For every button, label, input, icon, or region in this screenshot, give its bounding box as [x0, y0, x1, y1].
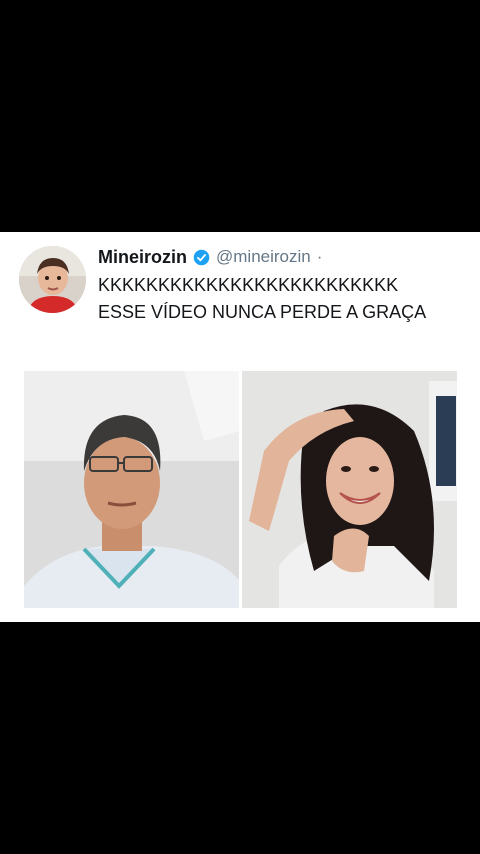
- top-black-bar: [0, 0, 480, 232]
- display-name[interactable]: Mineirozin: [98, 247, 187, 268]
- handle[interactable]: @mineirozin: [216, 247, 311, 267]
- tweet-text-line-1: KKKKKKKKKKKKKKKKKKKKKKKKK: [98, 275, 399, 295]
- video-thumbnail: [24, 371, 457, 608]
- separator-dot: ·: [316, 247, 323, 266]
- tweet-header: Mineirozin @mineirozin ·: [98, 244, 322, 270]
- tweet-text-line-2: ESSE VÍDEO NUNCA PERDE A GRAÇA: [98, 302, 427, 322]
- tweet-text: KKKKKKKKKKKKKKKKKKKKKKKKK ESSE VÍDEO NUN…: [98, 272, 468, 326]
- tweet-video[interactable]: [24, 371, 457, 608]
- avatar-image: [19, 246, 86, 313]
- bottom-black-bar: [0, 622, 480, 854]
- verified-badge-icon: [193, 249, 210, 266]
- avatar[interactable]: [19, 246, 86, 313]
- tweet-card[interactable]: Mineirozin @mineirozin · KKKKKKKKKKKKKKK…: [0, 232, 480, 622]
